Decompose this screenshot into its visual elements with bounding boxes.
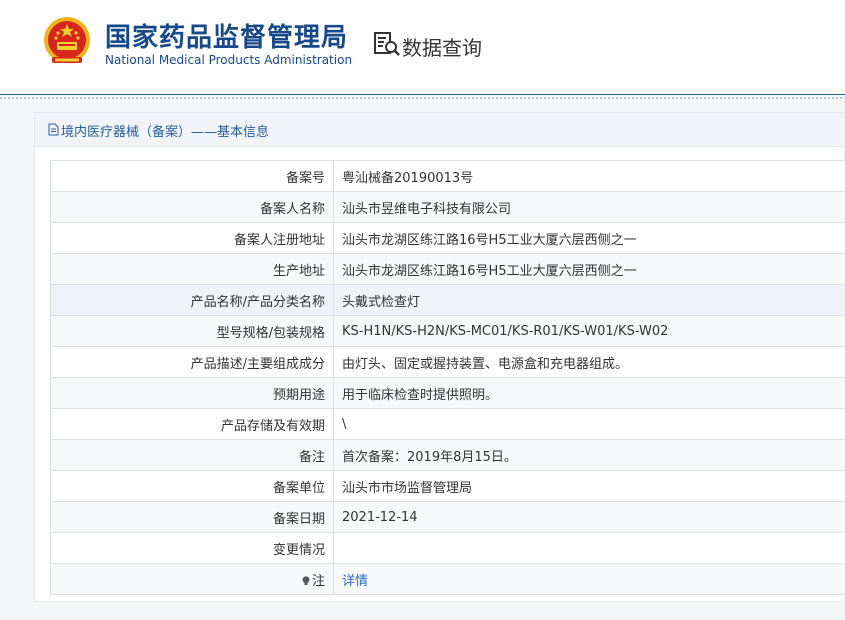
site-title: 国家药品监督管理局: [105, 23, 349, 53]
note-value-cell: 详情: [333, 563, 845, 595]
row-label: 注: [311, 573, 325, 589]
row-label: 产品描述/主要组成成分: [50, 346, 334, 378]
row-value: 汕头市龙湖区练江路16号H5工业大厦六层西侧之一: [333, 253, 845, 285]
row-value: 汕头市龙湖区练江路16号H5工业大厦六层西侧之一: [333, 222, 845, 254]
row-label: 型号规格/包装规格: [50, 315, 334, 347]
document-icon: [48, 123, 59, 136]
row-value: \: [333, 408, 845, 440]
table-row: 产品存储及有效期 \: [50, 408, 845, 440]
row-label: 备案人名称: [50, 191, 334, 223]
row-label: 备注: [50, 439, 334, 471]
panel-title: 境内医疗器械（备案）——基本信息: [61, 125, 270, 140]
table-row: 预期用途 用于临床检查时提供照明。: [50, 377, 845, 409]
data-query-link[interactable]: 数据查询: [402, 32, 482, 61]
header-divider: [0, 94, 845, 95]
data-query-icon[interactable]: [373, 31, 401, 57]
lightbulb-icon: [302, 575, 310, 585]
note-label-cell: 注: [50, 563, 334, 595]
basic-info-table: 备案号 粤汕械备20190013号 备案人名称 汕头市昱维电子科技有限公司 备案…: [50, 160, 845, 595]
row-label: 备案号: [50, 160, 334, 192]
row-value: 由灯头、固定或握持装置、电源盒和充电器组成。: [333, 346, 845, 378]
row-value: 2021-12-14: [333, 501, 845, 533]
panel-header: 境内医疗器械（备案）——基本信息: [35, 113, 845, 147]
row-label: 生产地址: [50, 253, 334, 285]
info-panel: 境内医疗器械（备案）——基本信息 备案号 粤汕械备20190013号 备案人名称…: [34, 112, 845, 602]
row-value: 汕头市市场监督管理局: [333, 470, 845, 502]
site-subtitle: National Medical Products Administration: [105, 53, 353, 67]
row-value: 用于临床检查时提供照明。: [333, 377, 845, 409]
site-header: 国家药品监督管理局 National Medical Products Admi…: [0, 0, 845, 94]
row-label: 产品存储及有效期: [50, 408, 334, 440]
row-label: 备案人注册地址: [50, 222, 334, 254]
table-row: 备案日期 2021-12-14: [50, 501, 845, 533]
table-row: 备案人注册地址 汕头市龙湖区练江路16号H5工业大厦六层西侧之一: [50, 222, 845, 254]
row-value: 粤汕械备20190013号: [333, 160, 845, 192]
row-label: 变更情况: [50, 532, 334, 564]
header-dotted-divider: [0, 97, 845, 99]
table-row: 产品描述/主要组成成分 由灯头、固定或握持装置、电源盒和充电器组成。: [50, 346, 845, 378]
table-row: 变更情况: [50, 532, 845, 564]
table-row: 型号规格/包装规格 KS-H1N/KS-H2N/KS-MC01/KS-R01/K…: [50, 315, 845, 347]
table-row: 生产地址 汕头市龙湖区练江路16号H5工业大厦六层西侧之一: [50, 253, 845, 285]
row-value: 首次备案：2019年8月15日。: [333, 439, 845, 471]
row-label: 备案单位: [50, 470, 334, 502]
details-link[interactable]: 详情: [342, 574, 368, 589]
table-row-note: 注 详情: [50, 563, 845, 595]
table-row: 备注 首次备案：2019年8月15日。: [50, 439, 845, 471]
row-label: 预期用途: [50, 377, 334, 409]
table-row: 备案号 粤汕械备20190013号: [50, 160, 845, 192]
row-value: 头戴式检查灯: [333, 284, 845, 316]
row-label: 备案日期: [50, 501, 334, 533]
table-row: 备案人名称 汕头市昱维电子科技有限公司: [50, 191, 845, 223]
row-label: 产品名称/产品分类名称: [50, 284, 334, 316]
national-emblem-icon: [44, 17, 90, 63]
row-value: KS-H1N/KS-H2N/KS-MC01/KS-R01/KS-W01/KS-W…: [333, 315, 845, 347]
table-row: 备案单位 汕头市市场监督管理局: [50, 470, 845, 502]
row-value: [333, 532, 845, 564]
table-row: 产品名称/产品分类名称 头戴式检查灯: [50, 284, 845, 316]
row-value: 汕头市昱维电子科技有限公司: [333, 191, 845, 223]
